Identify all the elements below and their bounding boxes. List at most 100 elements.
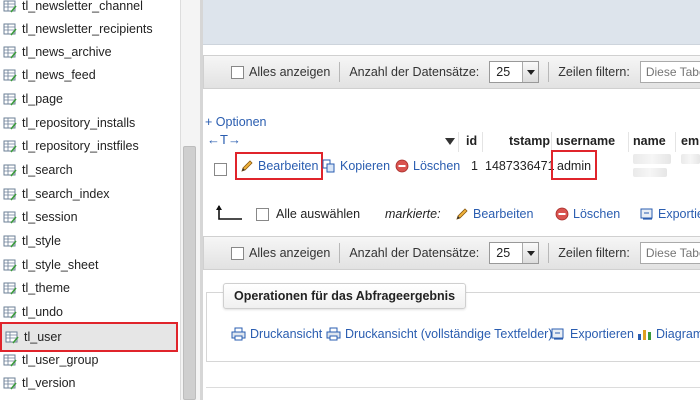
table-icon (3, 188, 17, 201)
row-filter-input[interactable] (639, 242, 700, 264)
print-view-full-button[interactable]: Druckansicht (vollständige Textfelder) (326, 327, 553, 341)
row-filter-input[interactable] (639, 61, 700, 83)
arrow-up-left-icon (216, 205, 242, 220)
sidebar-item-label: tl_undo (22, 305, 64, 319)
main-panel: Alles anzeigen Anzahl der Datensätze: 25… (203, 0, 700, 400)
export-button[interactable]: Exportieren (551, 327, 634, 341)
delete-row-button[interactable]: Löschen (395, 159, 460, 173)
print-view-button[interactable]: Druckansicht (231, 327, 322, 341)
show-all-label: Alles anzeigen (249, 65, 331, 79)
printer-icon (326, 327, 341, 341)
sidebar-item-tl-news-feed[interactable]: tl_news_feed (0, 64, 178, 86)
sidebar-item-tl-news-archive[interactable]: tl_news_archive (0, 41, 178, 63)
delete-icon (555, 207, 569, 221)
table-icon (3, 140, 17, 153)
table-icon (3, 46, 17, 59)
cell-username: admin (551, 150, 598, 180)
column-divider (675, 132, 676, 152)
column-divider (458, 132, 459, 152)
show-all-checkbox[interactable] (231, 246, 244, 260)
row-filter-label: Zeilen filtern: (558, 246, 630, 260)
chart-button[interactable]: Diagramm (637, 327, 700, 341)
sidebar-item-tl-style[interactable]: tl_style (0, 230, 178, 252)
redacted-email (681, 154, 700, 164)
navigation-bar-top: Alles anzeigen Anzahl der Datensätze: 25… (203, 55, 700, 89)
export-icon (551, 328, 564, 340)
separator (548, 243, 550, 263)
table-icon (3, 164, 17, 177)
sidebar-item-label: tl_repository_installs (22, 116, 136, 130)
table-icon (3, 354, 17, 367)
sidebar-item-tl-user[interactable]: tl_user (0, 322, 178, 352)
sidebar-item-tl-style-sheet[interactable]: tl_style_sheet (0, 254, 178, 276)
column-divider (551, 132, 552, 152)
table-icon (3, 282, 17, 295)
options-link[interactable]: + Optionen (205, 115, 267, 129)
bulk-edit-label: Bearbeiten (473, 207, 534, 221)
sidebar-item-tl-session[interactable]: tl_session (0, 206, 178, 228)
print-view-label: Druckansicht (250, 327, 323, 341)
query-operations-legend: Operationen für das Abfrageergebnis (223, 283, 467, 309)
select-all-label[interactable]: Alle auswählen (276, 207, 360, 221)
bulk-delete-button[interactable]: Löschen (555, 207, 620, 221)
sidebar-item-label: tl_news_archive (22, 45, 112, 59)
sidebar-item-tl-theme[interactable]: tl_theme (0, 277, 178, 299)
sidebar-item-tl-search[interactable]: tl_search (0, 159, 178, 181)
sidebar-item-label: tl_newsletter_recipients (22, 22, 153, 36)
delete-icon (395, 159, 409, 173)
chevron-down-icon (522, 62, 539, 82)
sidebar-item-label: tl_style (22, 234, 61, 248)
export-label: Exportieren (570, 327, 634, 341)
column-header-id[interactable]: id (466, 134, 477, 148)
bar-chart-icon (638, 330, 651, 340)
column-menu-dropdown-icon[interactable] (445, 138, 455, 145)
sidebar-item-tl-user-group[interactable]: tl_user_group (0, 349, 178, 371)
sidebar-item-tl-page[interactable]: tl_page (0, 88, 178, 110)
chevron-down-icon (522, 243, 539, 263)
sidebar-item-tl-search-index[interactable]: tl_search_index (0, 183, 178, 205)
divider (206, 387, 700, 388)
sidebar-item-tl-undo[interactable]: tl_undo (0, 301, 178, 323)
record-count-select[interactable]: 25 (489, 61, 540, 83)
table-icon (3, 211, 17, 224)
bulk-export-button[interactable]: Exportie (640, 207, 700, 221)
column-header-tstamp[interactable]: tstamp (509, 134, 550, 148)
row-select-checkbox[interactable] (214, 163, 227, 176)
sidebar-item-tl-newsletter-recipients[interactable]: tl_newsletter_recipients (0, 18, 178, 40)
sidebar-scrollbar-thumb[interactable] (183, 146, 196, 400)
sidebar-item-label: tl_repository_instfiles (22, 139, 139, 153)
column-header-email[interactable]: em (681, 134, 699, 148)
table-row: Bearbeiten Kopieren Löschen 1 1487336471… (205, 150, 700, 182)
table-icon (3, 117, 17, 130)
bulk-edit-button[interactable]: Bearbeiten (455, 207, 533, 221)
sidebar-item-label: tl_session (22, 210, 78, 224)
table-icon (3, 306, 17, 319)
export-icon (640, 208, 653, 220)
sidebar-item-label: tl_news_feed (22, 68, 96, 82)
select-all-checkbox[interactable] (256, 208, 269, 221)
redacted-name (633, 154, 671, 164)
table-icon (3, 69, 17, 82)
sidebar-item-tl-version[interactable]: tl_version (0, 372, 178, 394)
bulk-actions: Alle auswählen markierte: Bearbeiten Lös… (203, 200, 700, 226)
delete-row-label: Löschen (413, 159, 461, 173)
navigation-bar-bottom: Alles anzeigen Anzahl der Datensätze: 25… (203, 236, 700, 270)
table-icon (3, 23, 17, 36)
sidebar-item-tl-repository-installs[interactable]: tl_repository_installs (0, 112, 178, 134)
separator (339, 62, 341, 82)
chart-label: Diagramm (656, 327, 700, 341)
sidebar-item-tl-repository-instfiles[interactable]: tl_repository_instfiles (0, 135, 178, 157)
bulk-export-label: Exportie (658, 207, 700, 221)
record-count-select[interactable]: 25 (489, 242, 540, 264)
copy-row-button[interactable]: Kopieren (322, 159, 390, 173)
show-all-checkbox[interactable] (231, 65, 244, 79)
sort-arrows-icon[interactable]: ←T→ (207, 132, 241, 147)
sidebar-item-label: tl_user (24, 330, 62, 344)
table-icon (3, 0, 17, 13)
edit-row-button[interactable]: Bearbeiten (235, 152, 324, 180)
sidebar-item-tl-newsletter-channel[interactable]: tl_newsletter_channel (0, 0, 178, 17)
column-header-username[interactable]: username (556, 134, 615, 148)
sidebar-item-label: tl_search (22, 163, 73, 177)
column-header-name[interactable]: name (633, 134, 666, 148)
record-count-value: 25 (496, 65, 511, 79)
